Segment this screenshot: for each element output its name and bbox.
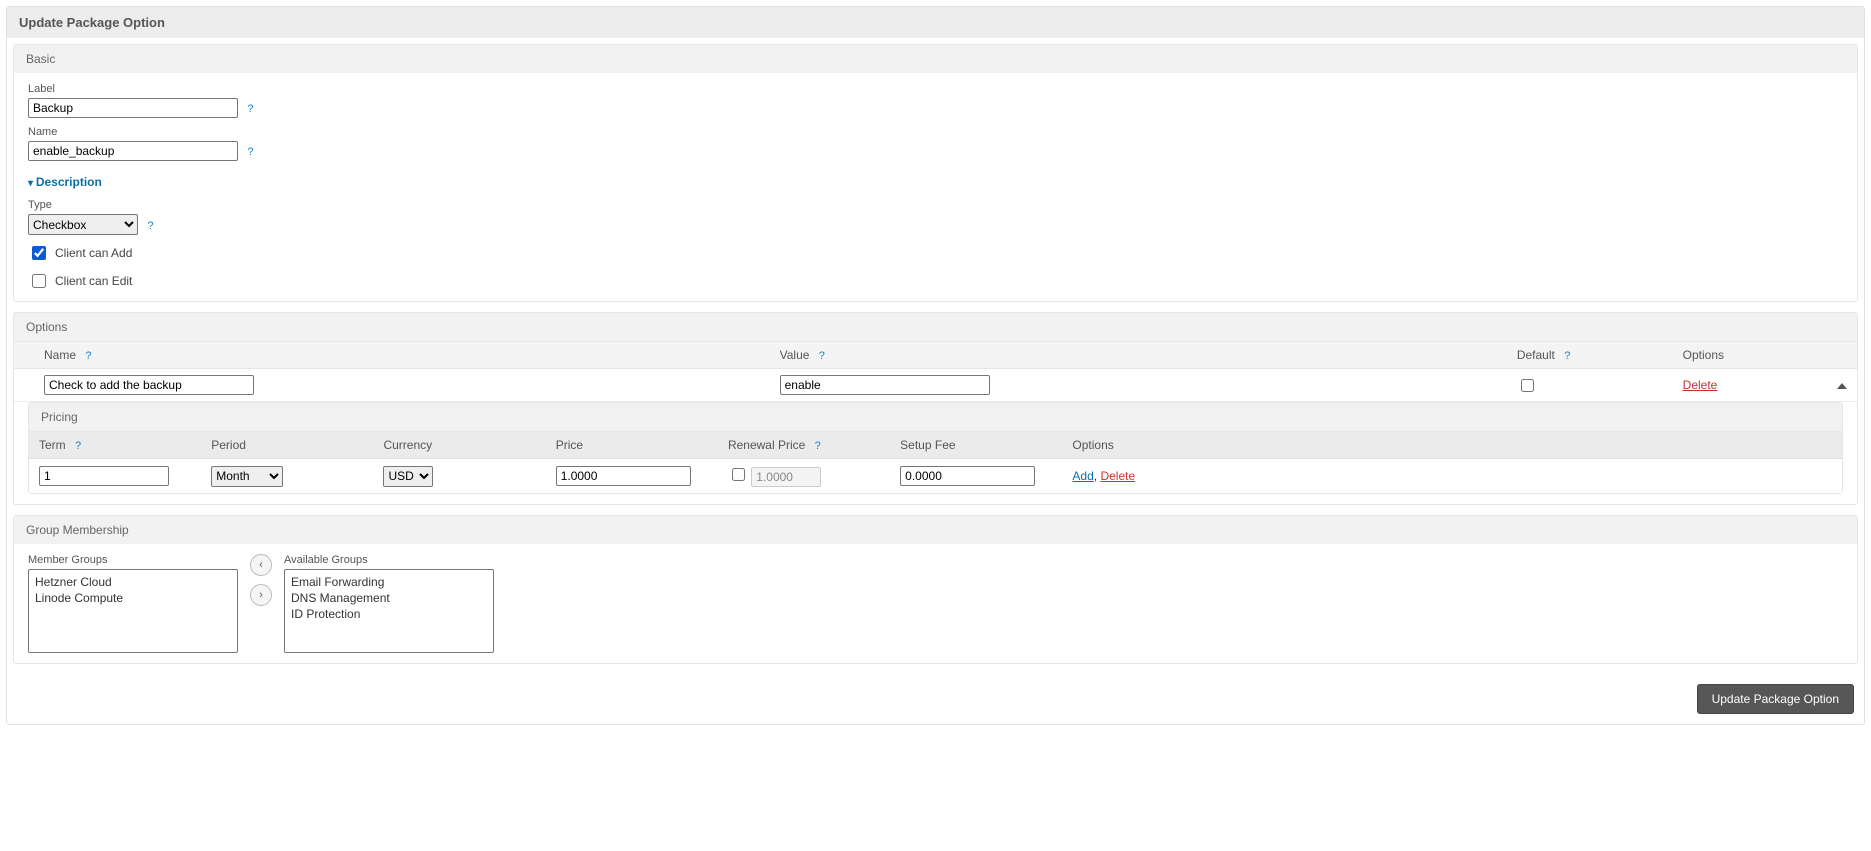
period-select[interactable]: Month — [211, 466, 283, 487]
name-field-label: Name — [28, 126, 1843, 138]
footer: Update Package Option — [13, 674, 1858, 718]
name-input[interactable] — [28, 141, 238, 161]
group-membership-title: Group Membership — [14, 516, 1857, 544]
pricing-section-title: Pricing — [29, 403, 1842, 432]
currency-select[interactable]: USD — [383, 466, 433, 487]
member-groups-listbox[interactable]: Hetzner Cloud Linode Compute — [28, 569, 238, 653]
options-table: Name ? Value ? Default ? Options — [14, 341, 1857, 402]
available-groups-listbox[interactable]: Email Forwarding DNS Management ID Prote… — [284, 569, 494, 653]
move-left-button[interactable]: ‹ — [250, 554, 272, 576]
member-groups-label: Member Groups — [28, 554, 238, 566]
help-icon[interactable]: ? — [147, 220, 153, 232]
available-groups-label: Available Groups — [284, 554, 494, 566]
options-header-options: Options — [1683, 348, 1724, 362]
option-delete-link[interactable]: Delete — [1683, 378, 1718, 392]
pricing-header-setup: Setup Fee — [900, 438, 955, 452]
option-name-input[interactable] — [44, 375, 254, 395]
list-item[interactable]: Email Forwarding — [289, 574, 489, 590]
label-field-label: Label — [28, 83, 1843, 95]
update-package-option-panel: Update Package Option Basic Label ? Name… — [6, 6, 1865, 725]
pricing-header-period: Period — [211, 438, 246, 452]
panel-title: Update Package Option — [7, 7, 1864, 38]
help-icon[interactable]: ? — [819, 350, 825, 362]
help-icon[interactable]: ? — [815, 440, 821, 452]
pricing-section: Pricing Term ? Period — [28, 402, 1843, 494]
list-item[interactable]: Hetzner Cloud — [33, 574, 233, 590]
pricing-header-price: Price — [556, 438, 583, 452]
client-can-edit-checkbox[interactable] — [32, 274, 46, 288]
pricing-header-renewal: Renewal Price — [728, 438, 805, 452]
options-header-value: Value — [780, 348, 810, 362]
options-header-name: Name — [44, 348, 76, 362]
pricing-header-currency: Currency — [383, 438, 432, 452]
renewal-enable-checkbox[interactable] — [732, 468, 745, 481]
options-section: Options Name ? Val — [13, 312, 1858, 505]
group-membership-section: Group Membership Member Groups Hetzner C… — [13, 515, 1858, 664]
description-toggle[interactable]: Description — [28, 175, 102, 189]
help-icon[interactable]: ? — [85, 350, 91, 362]
pricing-header-term: Term — [39, 438, 66, 452]
update-package-option-button[interactable]: Update Package Option — [1697, 684, 1854, 714]
help-icon[interactable]: ? — [1564, 350, 1570, 362]
renewal-input — [751, 467, 821, 487]
table-row: Month USD — [29, 459, 1842, 494]
client-can-edit-label: Client can Edit — [55, 274, 132, 288]
option-default-checkbox[interactable] — [1521, 379, 1534, 392]
move-right-button[interactable]: › — [250, 584, 272, 606]
chevron-up-icon[interactable] — [1837, 383, 1847, 389]
client-can-add-checkbox[interactable] — [32, 246, 46, 260]
help-icon[interactable]: ? — [247, 146, 253, 158]
options-section-title: Options — [14, 313, 1857, 341]
help-icon[interactable]: ? — [75, 440, 81, 452]
type-select[interactable]: Checkbox — [28, 214, 138, 235]
list-item[interactable]: DNS Management — [289, 590, 489, 606]
basic-section: Basic Label ? Name ? Description Type Ch… — [13, 44, 1858, 302]
table-row: Delete — [14, 369, 1857, 402]
pricing-table: Term ? Period Currency Price Renewal Pri… — [29, 432, 1842, 493]
option-value-input[interactable] — [780, 375, 990, 395]
label-input[interactable] — [28, 98, 238, 118]
price-input[interactable] — [556, 466, 691, 486]
options-header-default: Default — [1517, 348, 1555, 362]
pricing-add-link[interactable]: Add — [1072, 469, 1093, 483]
list-item[interactable]: ID Protection — [289, 606, 489, 622]
term-input[interactable] — [39, 466, 169, 486]
pricing-delete-link[interactable]: Delete — [1100, 469, 1135, 483]
type-field-label: Type — [28, 199, 1843, 211]
pricing-header-options: Options — [1072, 438, 1113, 452]
setup-input[interactable] — [900, 466, 1035, 486]
help-icon[interactable]: ? — [247, 103, 253, 115]
basic-section-title: Basic — [14, 45, 1857, 73]
list-item[interactable]: Linode Compute — [33, 590, 233, 606]
client-can-add-label: Client can Add — [55, 246, 132, 260]
